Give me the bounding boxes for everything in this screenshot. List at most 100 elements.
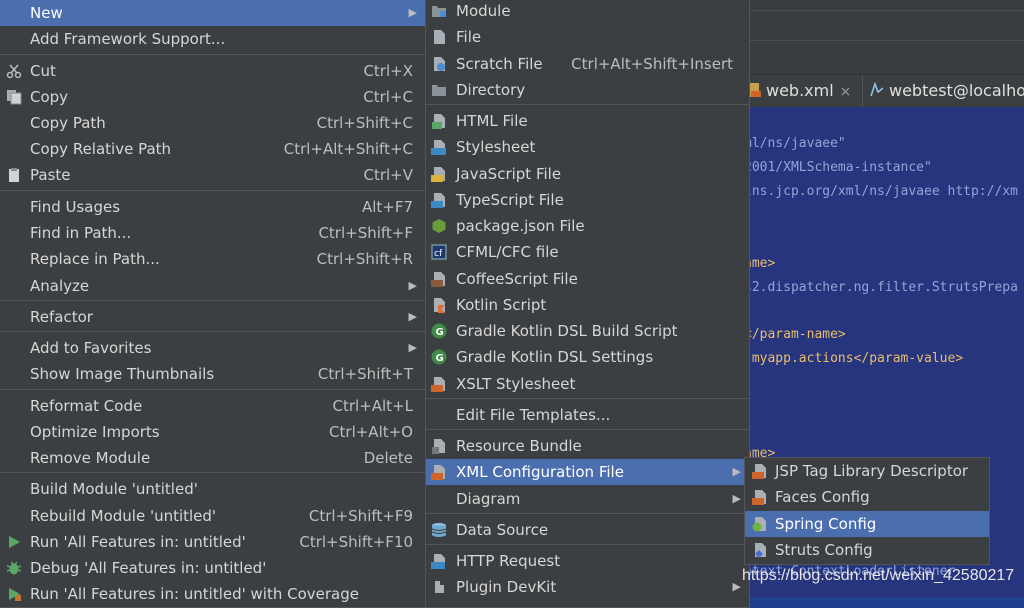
html-file-icon	[432, 114, 445, 129]
menu-item-file[interactable]: File	[426, 24, 749, 50]
new-submenu: Module File Scratch File Ctrl+Alt+Shift+I…	[425, 0, 750, 608]
menu-item-label: Find Usages	[30, 198, 121, 216]
menu-item-refactor[interactable]: Refactor ▶	[0, 304, 425, 330]
menu-item-label: Build Module 'untitled'	[30, 480, 198, 498]
menu-item-scratch-file[interactable]: Scratch File Ctrl+Alt+Shift+Insert	[426, 51, 749, 77]
menu-item-jsp-tag-library[interactable]: JSP Tag Library Descriptor	[745, 458, 989, 484]
menu-item-label: HTML File	[456, 112, 528, 130]
menu-item-directory[interactable]: Directory	[426, 77, 749, 103]
menu-item-label: Resource Bundle	[456, 437, 582, 455]
menu-item-run-all-features[interactable]: Run 'All Features in: untitled' Ctrl+Shif…	[0, 529, 425, 555]
menu-item-http-request[interactable]: HTTP Request	[426, 548, 749, 574]
menu-item-coffeescript-file[interactable]: CoffeeScript File	[426, 266, 749, 292]
menu-item-cfml-cfc-file[interactable]: cf CFML/CFC file	[426, 239, 749, 265]
menu-item-label: Analyze	[30, 277, 90, 295]
menu-shortcut: Ctrl+Alt+Shift+Insert	[571, 55, 733, 73]
close-icon[interactable]: ×	[840, 84, 852, 100]
menu-item-data-source[interactable]: Data Source	[426, 517, 749, 543]
menu-shortcut: Ctrl+V	[363, 166, 413, 184]
menu-item-label: package.json File	[456, 217, 585, 235]
menu-item-paste[interactable]: Paste Ctrl+V	[0, 162, 425, 188]
menu-item-spring-config[interactable]: Spring Config	[745, 511, 989, 537]
menu-item-new[interactable]: New ▶	[0, 0, 425, 26]
menu-item-stylesheet[interactable]: Stylesheet	[426, 134, 749, 160]
menu-item-plugin-devkit[interactable]: Plugin DevKit ▶	[426, 574, 749, 600]
tab-webtest-localhost[interactable]: webtest@localhost	[862, 75, 1024, 107]
menu-item-label: Directory	[456, 81, 526, 99]
file-icon	[434, 30, 445, 44]
menu-item-copy-relative-path[interactable]: Copy Relative Path Ctrl+Alt+Shift+C	[0, 136, 425, 162]
menu-item-copy-path[interactable]: Copy Path Ctrl+Shift+C	[0, 110, 425, 136]
submenu-arrow-icon: ▶	[408, 310, 417, 323]
menu-shortcut: Ctrl+X	[363, 62, 413, 80]
menu-item-xml-configuration-file[interactable]: XML Configuration File ▶	[426, 459, 749, 485]
menu-shortcut: Ctrl+Alt+L	[332, 397, 414, 415]
menu-shortcut: Ctrl+Shift+F9	[308, 507, 413, 525]
menu-item-optimize-imports[interactable]: Optimize Imports Ctrl+Alt+O	[0, 419, 425, 445]
menu-item-struts-config[interactable]: Struts Config	[745, 537, 989, 563]
tab-web-xml[interactable]: web.xml ×	[746, 75, 851, 107]
menu-item-edit-file-templates[interactable]: Edit File Templates...	[426, 402, 749, 428]
menu-item-label: Add to Favorites	[30, 339, 152, 357]
menu-item-label: Plugin DevKit	[456, 578, 557, 596]
code-line: ml/ns/javaee"	[744, 136, 846, 151]
menu-shortcut: Ctrl+Shift+C	[316, 114, 413, 132]
scratch-file-icon	[434, 57, 445, 71]
menu-item-label: CoffeeScript File	[456, 270, 578, 288]
menu-item-gradle-kotlin-settings[interactable]: G Gradle Kotlin DSL Settings	[426, 344, 749, 370]
menu-item-find-in-path[interactable]: Find in Path... Ctrl+Shift+F	[0, 220, 425, 246]
menu-item-label: Data Source	[456, 521, 549, 539]
menu-item-find-usages[interactable]: Find Usages Alt+F7	[0, 194, 425, 220]
menu-item-label: Kotlin Script	[456, 296, 547, 314]
coffeescript-icon	[431, 272, 445, 287]
menu-item-label: Replace in Path...	[30, 250, 160, 268]
menu-item-cut[interactable]: Cut Ctrl+X	[0, 58, 425, 84]
menu-item-label: Run 'All Features in: untitled' with Cov…	[30, 585, 359, 603]
menu-item-analyze[interactable]: Analyze ▶	[0, 273, 425, 299]
context-menu: New ▶ Add Framework Support... Cut Ctrl+X …	[0, 0, 426, 608]
menu-item-label: New	[30, 4, 63, 22]
menu-item-add-to-favorites[interactable]: Add to Favorites ▶	[0, 335, 425, 361]
menu-shortcut: Ctrl+Alt+O	[329, 423, 413, 441]
editor-tab-bar: web.xml × webtest@localhost	[740, 75, 1024, 107]
menu-item-diagram[interactable]: Diagram ▶	[426, 486, 749, 512]
menu-item-resource-bundle[interactable]: Resource Bundle	[426, 433, 749, 459]
api-icon	[431, 554, 445, 569]
scissors-icon	[6, 64, 22, 79]
menu-item-build-module[interactable]: Build Module 'untitled'	[0, 476, 425, 502]
menu-item-faces-config[interactable]: Faces Config	[745, 484, 989, 510]
menu-item-copy[interactable]: Copy Ctrl+C	[0, 84, 425, 110]
menu-item-module[interactable]: Module	[426, 0, 749, 24]
menu-item-replace-in-path[interactable]: Replace in Path... Ctrl+Shift+R	[0, 246, 425, 272]
menu-item-label: Gradle Kotlin DSL Build Script	[456, 322, 678, 340]
menu-item-add-framework-support[interactable]: Add Framework Support...	[0, 26, 425, 52]
menu-item-label: XML Configuration File	[456, 463, 624, 481]
menu-item-remove-module[interactable]: Remove Module Delete	[0, 445, 425, 471]
menu-item-label: Copy Relative Path	[30, 140, 172, 158]
ts-file-icon	[431, 193, 445, 208]
menu-item-package-json-file[interactable]: package.json File	[426, 213, 749, 239]
menu-item-typescript-file[interactable]: TypeScript File	[426, 187, 749, 213]
menu-item-label: Refactor	[30, 308, 93, 326]
menu-item-html-file[interactable]: HTML File	[426, 108, 749, 134]
gradle-icon: G	[431, 323, 447, 339]
menu-item-debug-all-features[interactable]: Debug 'All Features in: untitled'	[0, 555, 425, 581]
menu-item-label: Copy Path	[30, 114, 106, 132]
menu-item-show-image-thumbnails[interactable]: Show Image Thumbnails Ctrl+Shift+T	[0, 361, 425, 387]
menu-item-kotlin-script[interactable]: Kotlin Script	[426, 292, 749, 318]
menu-shortcut: Ctrl+C	[363, 88, 413, 106]
xslt-icon	[431, 377, 445, 392]
menu-item-label: TypeScript File	[456, 191, 564, 209]
menu-item-label: CFML/CFC file	[456, 243, 559, 261]
menu-item-xslt-stylesheet[interactable]: XSLT Stylesheet	[426, 371, 749, 397]
menu-item-reformat-code[interactable]: Reformat Code Ctrl+Alt+L	[0, 393, 425, 419]
submenu-arrow-icon: ▶	[732, 580, 741, 593]
menu-item-rebuild-module[interactable]: Rebuild Module 'untitled' Ctrl+Shift+F9	[0, 503, 425, 529]
database-icon	[431, 523, 447, 537]
menu-item-javascript-file[interactable]: JavaScript File	[426, 161, 749, 187]
menu-item-label: Rebuild Module 'untitled'	[30, 507, 217, 525]
menu-item-label: File	[456, 28, 482, 46]
menu-item-gradle-kotlin-build[interactable]: G Gradle Kotlin DSL Build Script	[426, 318, 749, 344]
menu-item-run-with-coverage[interactable]: Run 'All Features in: untitled' with Cov…	[0, 581, 425, 607]
menu-item-label: Find in Path...	[30, 224, 132, 242]
